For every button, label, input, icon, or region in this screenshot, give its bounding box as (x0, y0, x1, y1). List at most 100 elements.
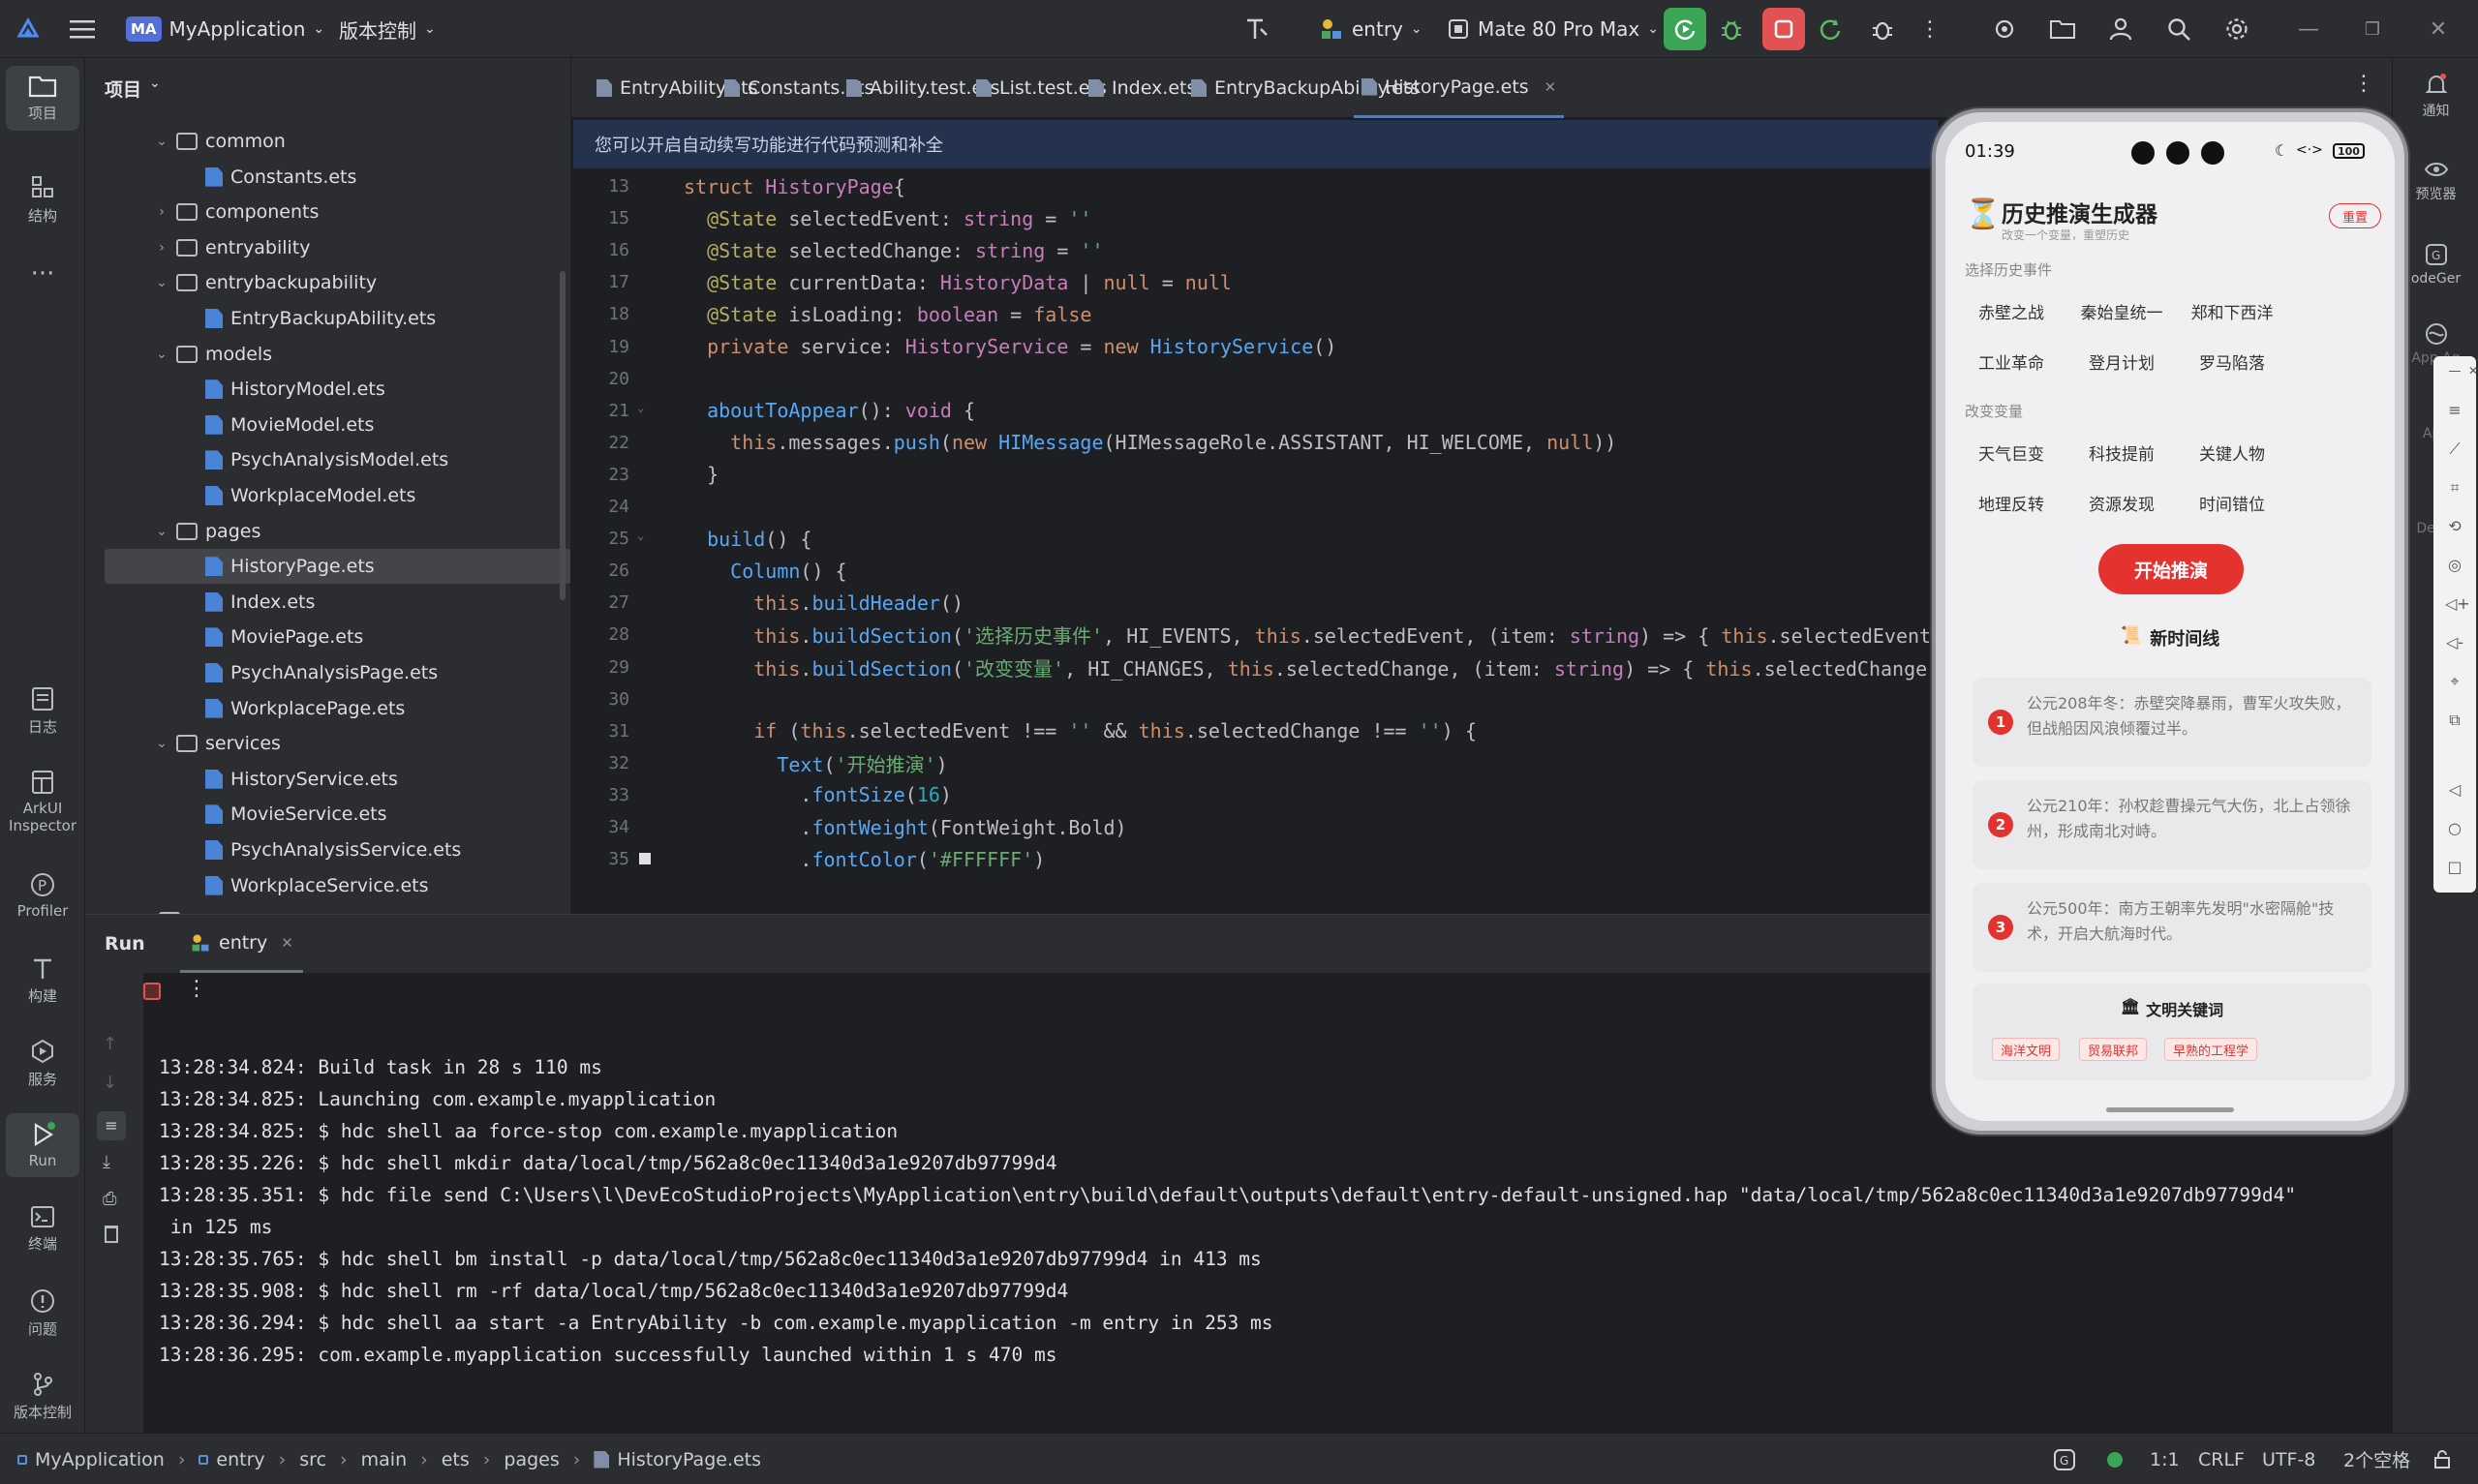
device-manager-icon[interactable] (1987, 12, 2022, 46)
code-line[interactable]: 16 @State selectedChange: string = '' (571, 234, 1937, 266)
tree-scrollbar[interactable] (560, 271, 566, 600)
rail-structure[interactable]: 结构 (6, 167, 79, 233)
debug-button[interactable] (1714, 12, 1749, 46)
indent-setting[interactable]: 2个空格 (2343, 1434, 2410, 1484)
rail-arkui-inspector[interactable]: ArkUI Inspector (6, 761, 79, 842)
tree-folder[interactable]: ⌄ models (85, 337, 560, 372)
rail-run[interactable]: Run (6, 1113, 79, 1177)
rail-vcs[interactable]: 版本控制 (6, 1363, 79, 1430)
reset-button[interactable]: 重置 (2329, 203, 2381, 228)
trash-icon[interactable] (105, 1226, 118, 1243)
close-window-icon[interactable]: ✕ (2421, 12, 2456, 46)
print-icon[interactable]: ⎙ (103, 1189, 116, 1209)
read-only-lock-icon[interactable] (2432, 1434, 2452, 1484)
attach-debugger-button[interactable] (1865, 12, 1900, 46)
file-encoding[interactable]: UTF-8 (2262, 1434, 2315, 1484)
tree-file[interactable]: Index.ets (85, 585, 560, 620)
code-line[interactable]: 25 build() { (571, 523, 1937, 555)
run-config-select[interactable]: entry ⌄ (1319, 0, 1423, 58)
tree-file[interactable]: HistoryService.ets (85, 762, 560, 797)
option-chip[interactable]: 科技提前 (2071, 432, 2172, 472)
rail-log[interactable]: 日志 (6, 678, 79, 744)
tree-file[interactable]: MoviePage.ets (85, 620, 560, 654)
pin-icon[interactable]: ⟋ (2445, 439, 2464, 459)
tree-file[interactable]: MovieService.ets (85, 797, 560, 832)
tree-file[interactable]: MovieModel.ets (85, 408, 560, 442)
option-chip[interactable]: 罗马陷落 (2182, 341, 2282, 381)
fold-gutter-icon[interactable]: ⌄ (637, 529, 644, 542)
code-line[interactable]: 29 this.buildSection('改变变量', HI_CHANGES,… (571, 651, 1937, 683)
code-line[interactable]: 19 private service: HistoryService = new… (571, 331, 1937, 363)
chevron-icon[interactable]: › (153, 240, 170, 256)
option-chip[interactable]: 资源发现 (2071, 482, 2172, 523)
rerun-button[interactable] (1664, 8, 1706, 50)
tree-file[interactable]: PsychAnalysisPage.ets (85, 655, 560, 690)
crop-icon[interactable]: ⌗ (2445, 478, 2464, 498)
breadcrumb-item[interactable]: src (299, 1449, 326, 1470)
code-line[interactable]: 31 if (this.selectedEvent !== '' && this… (571, 715, 1937, 747)
menu-icon[interactable]: ≡ (2445, 401, 2464, 420)
status-ok-icon[interactable] (2107, 1434, 2123, 1484)
account-icon[interactable] (2103, 12, 2138, 46)
close-tab-icon[interactable]: ✕ (1545, 78, 1557, 96)
tree-file[interactable]: EntryBackupAbility.ets (85, 301, 560, 336)
option-chip[interactable]: 赤壁之战 (1961, 290, 2062, 331)
option-chip[interactable]: 登月计划 (2071, 341, 2172, 381)
open-folder-icon[interactable] (2045, 12, 2080, 46)
project-switcher[interactable]: MA MyApplication ⌄ (126, 0, 324, 58)
soft-wrap-icon[interactable]: ≡ (97, 1111, 126, 1140)
main-menu-icon[interactable] (70, 0, 95, 58)
settings-gear-icon[interactable] (2219, 12, 2254, 46)
tree-file[interactable]: WorkplacePage.ets (85, 691, 560, 726)
rail-notifications[interactable]: 通知 (2393, 72, 2478, 120)
tree-folder[interactable]: ›resources (85, 903, 560, 914)
code-line[interactable]: 22 this.messages.push(new HIMessage(HIMe… (571, 427, 1937, 459)
option-chip[interactable]: 工业革命 (1961, 341, 2062, 381)
option-chip[interactable]: 地理反转 (1961, 482, 2062, 523)
breadcrumb-item[interactable]: ets (442, 1449, 470, 1470)
back-icon[interactable]: ◁ (2445, 780, 2464, 800)
rail-terminal[interactable]: 终端 (6, 1196, 79, 1261)
code-line[interactable]: 32 Text('开始推演') (571, 747, 1937, 779)
home-indicator[interactable] (2106, 1107, 2234, 1112)
breadcrumb-item[interactable]: MyApplication (35, 1449, 165, 1470)
scroll-to-end-icon[interactable]: ⤓ (103, 1152, 110, 1172)
code-line[interactable]: 34 .fontWeight(FontWeight.Bold) (571, 811, 1937, 843)
tabs-more-icon[interactable]: ⋮ (2353, 72, 2374, 96)
tree-file[interactable]: HistoryModel.ets (85, 372, 560, 407)
location-icon[interactable]: ⌖ (2445, 672, 2464, 691)
code-line[interactable]: 15 @State selectedEvent: string = '' (571, 202, 1937, 234)
build-tool-icon[interactable] (1239, 12, 1274, 46)
tree-folder[interactable]: › components (85, 195, 560, 229)
tree-file[interactable]: PsychAnalysisModel.ets (85, 442, 560, 477)
run-tab-entry[interactable]: entry ✕ (180, 915, 303, 973)
scroll-down-icon[interactable]: ↓ (103, 1073, 117, 1093)
chevron-icon[interactable]: ⌄ (153, 524, 170, 539)
option-chip[interactable]: 天气巨变 (1961, 432, 2062, 472)
scroll-up-icon[interactable]: ↑ (103, 1034, 117, 1054)
tree-file[interactable]: Constants.ets (85, 160, 560, 195)
volume-down-icon[interactable]: ◁- (2445, 633, 2464, 652)
search-icon[interactable] (2161, 12, 2196, 46)
rail-problems[interactable]: 问题 (6, 1280, 79, 1347)
code-line[interactable]: 17 @State currentData: HistoryData | nul… (571, 266, 1937, 298)
code-line[interactable]: 21 aboutToAppear(): void { (571, 395, 1937, 427)
stop-icon[interactable] (143, 983, 161, 1000)
code-line[interactable]: 33 .fontSize(16) (571, 779, 1937, 811)
minimize-window-icon[interactable]: — (2291, 12, 2326, 46)
tree-file[interactable]: WorkplaceService.ets (85, 868, 560, 903)
device-select[interactable]: Mate 80 Pro Max ⌄ (1447, 0, 1659, 58)
chevron-icon[interactable]: ⌄ (153, 275, 170, 290)
volume-up-icon[interactable]: ◁+ (2445, 594, 2470, 614)
close-emulator-icon[interactable]: ✕ (2468, 364, 2478, 378)
vcs-menu[interactable]: 版本控制 ⌄ (339, 0, 436, 58)
device-screen[interactable]: 01:39 ☾ <·> 100 ⏳ 历史推演生成器 改变一个变量，重塑历史 重置… (1945, 122, 2395, 1121)
rail-profiler[interactable]: P Profiler (6, 863, 79, 927)
tree-folder[interactable]: ⌄ entrybackupability (85, 265, 560, 300)
tree-folder[interactable]: › entryability (85, 230, 560, 265)
tree-file[interactable]: PsychAnalysisService.ets (85, 833, 560, 867)
code-line[interactable]: 27 this.buildHeader() (571, 587, 1937, 619)
start-simulation-button[interactable]: 开始推演 (2098, 544, 2244, 594)
rail-build[interactable]: 构建 (6, 947, 79, 1014)
rail-more-icon[interactable]: ··· (6, 252, 79, 296)
